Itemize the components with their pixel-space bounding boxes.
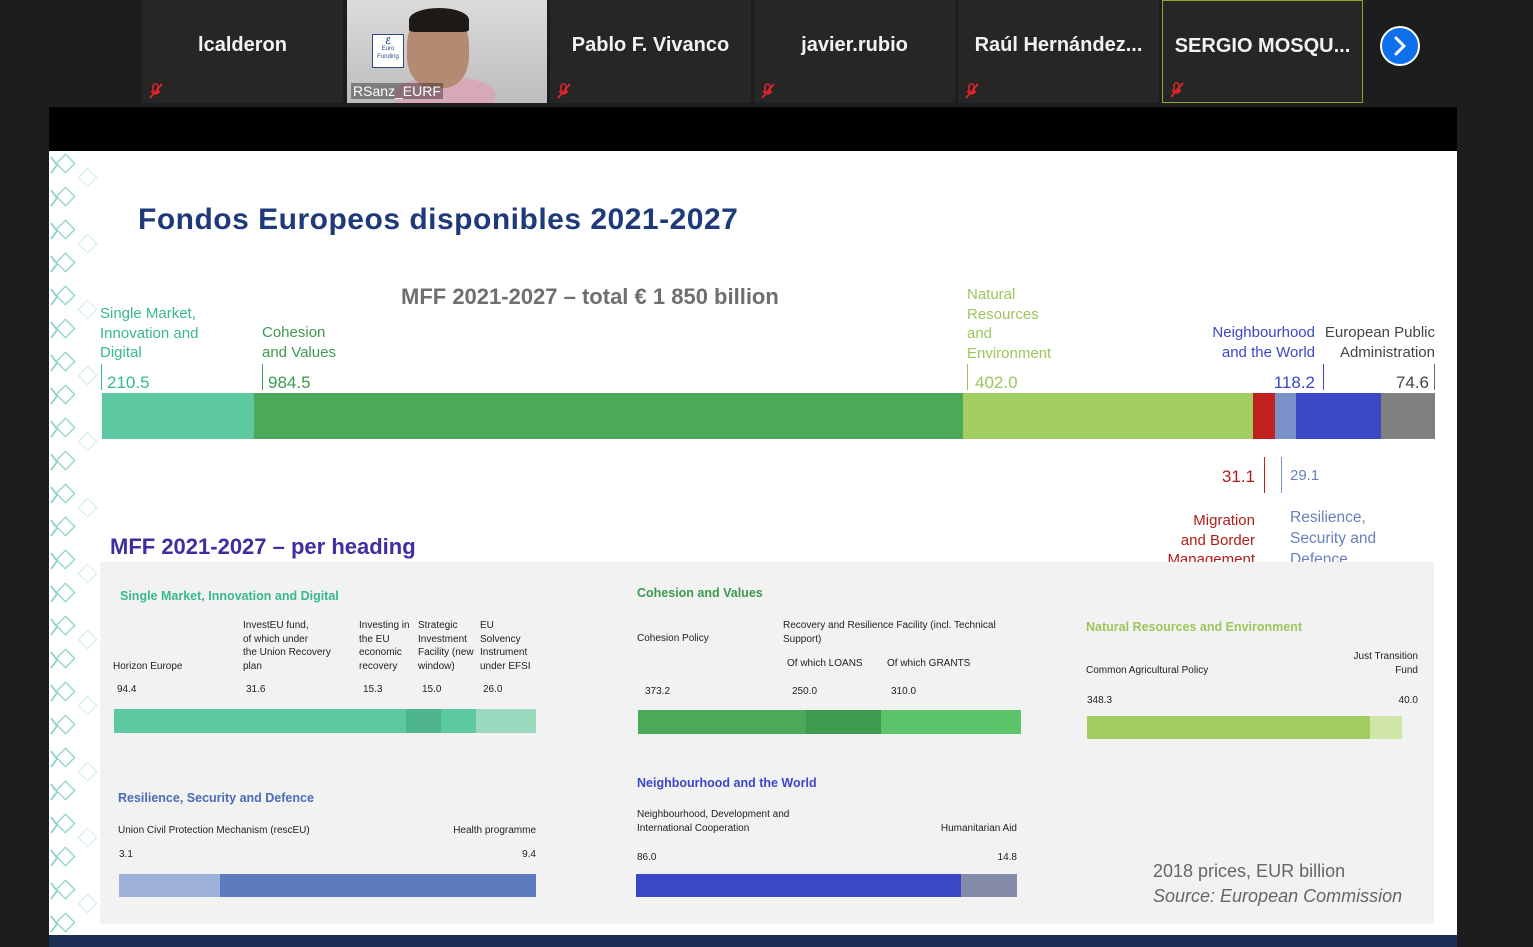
per-heading-title: MFF 2021-2027 – per heading [110, 534, 416, 559]
main-bar-segment-3 [1252, 393, 1276, 439]
resilience-bar-segment-1 [220, 874, 537, 897]
euro-funding-logo: ℰ Euro Funding [372, 34, 404, 68]
participant-name: Raúl Hernández... [974, 34, 1143, 56]
value-neighbourhood: 118.2 [1273, 373, 1315, 392]
muted-mic-icon [149, 83, 163, 99]
label-public-administration: European Public Administration [1324, 324, 1435, 361]
value-resilience: 29.1 [1290, 467, 1320, 484]
panel-title-neighbourhood: Neighbourhood and the World [637, 776, 817, 790]
main-bar-segment-1 [253, 393, 964, 439]
next-participants-button[interactable] [1380, 26, 1420, 66]
total-chart-title: MFF 2021-2027 – total € 1 850 billion [401, 284, 779, 309]
label-single-market: Single Market, Innovation and Digital [100, 305, 199, 361]
value-migration: 31.1 [1221, 467, 1255, 486]
participant-name: Pablo F. Vivanco [571, 34, 730, 56]
value-natural-resources: 402.0 [975, 373, 1018, 392]
muted-mic-icon [761, 83, 775, 99]
chevron-right-icon [1394, 36, 1406, 56]
natural-resources-bar-segment-0 [1087, 716, 1371, 739]
value-cohesion: 984.5 [268, 373, 311, 392]
single-market-bar-segment-2 [405, 709, 442, 733]
label-resilience: Resilience, Security and Defence [1290, 509, 1377, 568]
value-public-administration: 74.6 [1395, 373, 1429, 392]
cohesion-bar-segment-1 [806, 710, 882, 734]
slide-title: Fondos Europeos disponibles 2021-2027 [138, 203, 739, 236]
neighbourhood-bar-segment-0 [636, 874, 962, 897]
muted-mic-icon [557, 83, 571, 99]
label-cohesion: Cohesion and Values [262, 324, 336, 361]
neighbourhood-bar-segment-1 [961, 874, 1018, 897]
main-bar-segment-6 [1381, 393, 1436, 439]
participant-tile[interactable]: lcalderon [142, 0, 343, 103]
participant-name: SERGIO MOSQU... [1174, 35, 1351, 57]
source-note: Source: European Commission [1153, 886, 1403, 906]
main-bar-segment-5 [1296, 393, 1382, 439]
muted-mic-icon [965, 83, 979, 99]
resilience-bar-segment-0 [119, 874, 221, 897]
participant-tile[interactable]: Pablo F. Vivanco [550, 0, 751, 103]
participant-name: javier.rubio [801, 34, 908, 56]
participant-tile-active-speaker[interactable]: SERGIO MOSQU... [1162, 0, 1363, 103]
panel-title-natural-resources: Natural Resources and Environment [1086, 620, 1303, 634]
participant-name: RSanz_EURF [351, 83, 443, 99]
single-market-bar-segment-0 [114, 709, 334, 733]
label-natural-resources: Natural Resources and Environment [967, 286, 1052, 362]
single-market-bar-segment-4 [475, 709, 537, 733]
cohesion-bar-segment-2 [881, 710, 1022, 734]
natural-resources-bar-segment-1 [1369, 716, 1403, 739]
shared-slide: Fondos Europeos disponibles 2021-2027 MF… [49, 151, 1457, 935]
prices-note: 2018 prices, EUR billion [1153, 861, 1346, 881]
single-market-bar-segment-1 [332, 709, 407, 733]
label-neighbourhood: Neighbourhood and the World [1212, 324, 1315, 361]
panel-title-resilience: Resilience, Security and Defence [118, 791, 314, 805]
main-bar-segment-4 [1275, 393, 1297, 439]
screen-share-bottom-bar [49, 935, 1457, 947]
main-bar-segment-2 [963, 393, 1254, 439]
participant-video[interactable]: ℰ Euro Funding RSanz_EURF [347, 0, 547, 103]
main-bar-segment-0 [102, 393, 255, 439]
panel-title-cohesion: Cohesion and Values [637, 586, 763, 600]
participant-tile[interactable]: Raúl Hernández... [958, 0, 1159, 103]
muted-mic-icon [1170, 82, 1184, 98]
cohesion-bar-segment-0 [638, 710, 807, 734]
value-single-market: 210.5 [107, 373, 150, 392]
single-market-bar-segment-3 [441, 709, 477, 733]
participant-tile[interactable]: javier.rubio [754, 0, 955, 103]
label-migration: Migration and Border Management [1167, 512, 1255, 568]
screen-share-top-bar [49, 107, 1457, 151]
panel-title-single-market: Single Market, Innovation and Digital [120, 589, 339, 603]
participant-name: lcalderon [198, 34, 287, 56]
